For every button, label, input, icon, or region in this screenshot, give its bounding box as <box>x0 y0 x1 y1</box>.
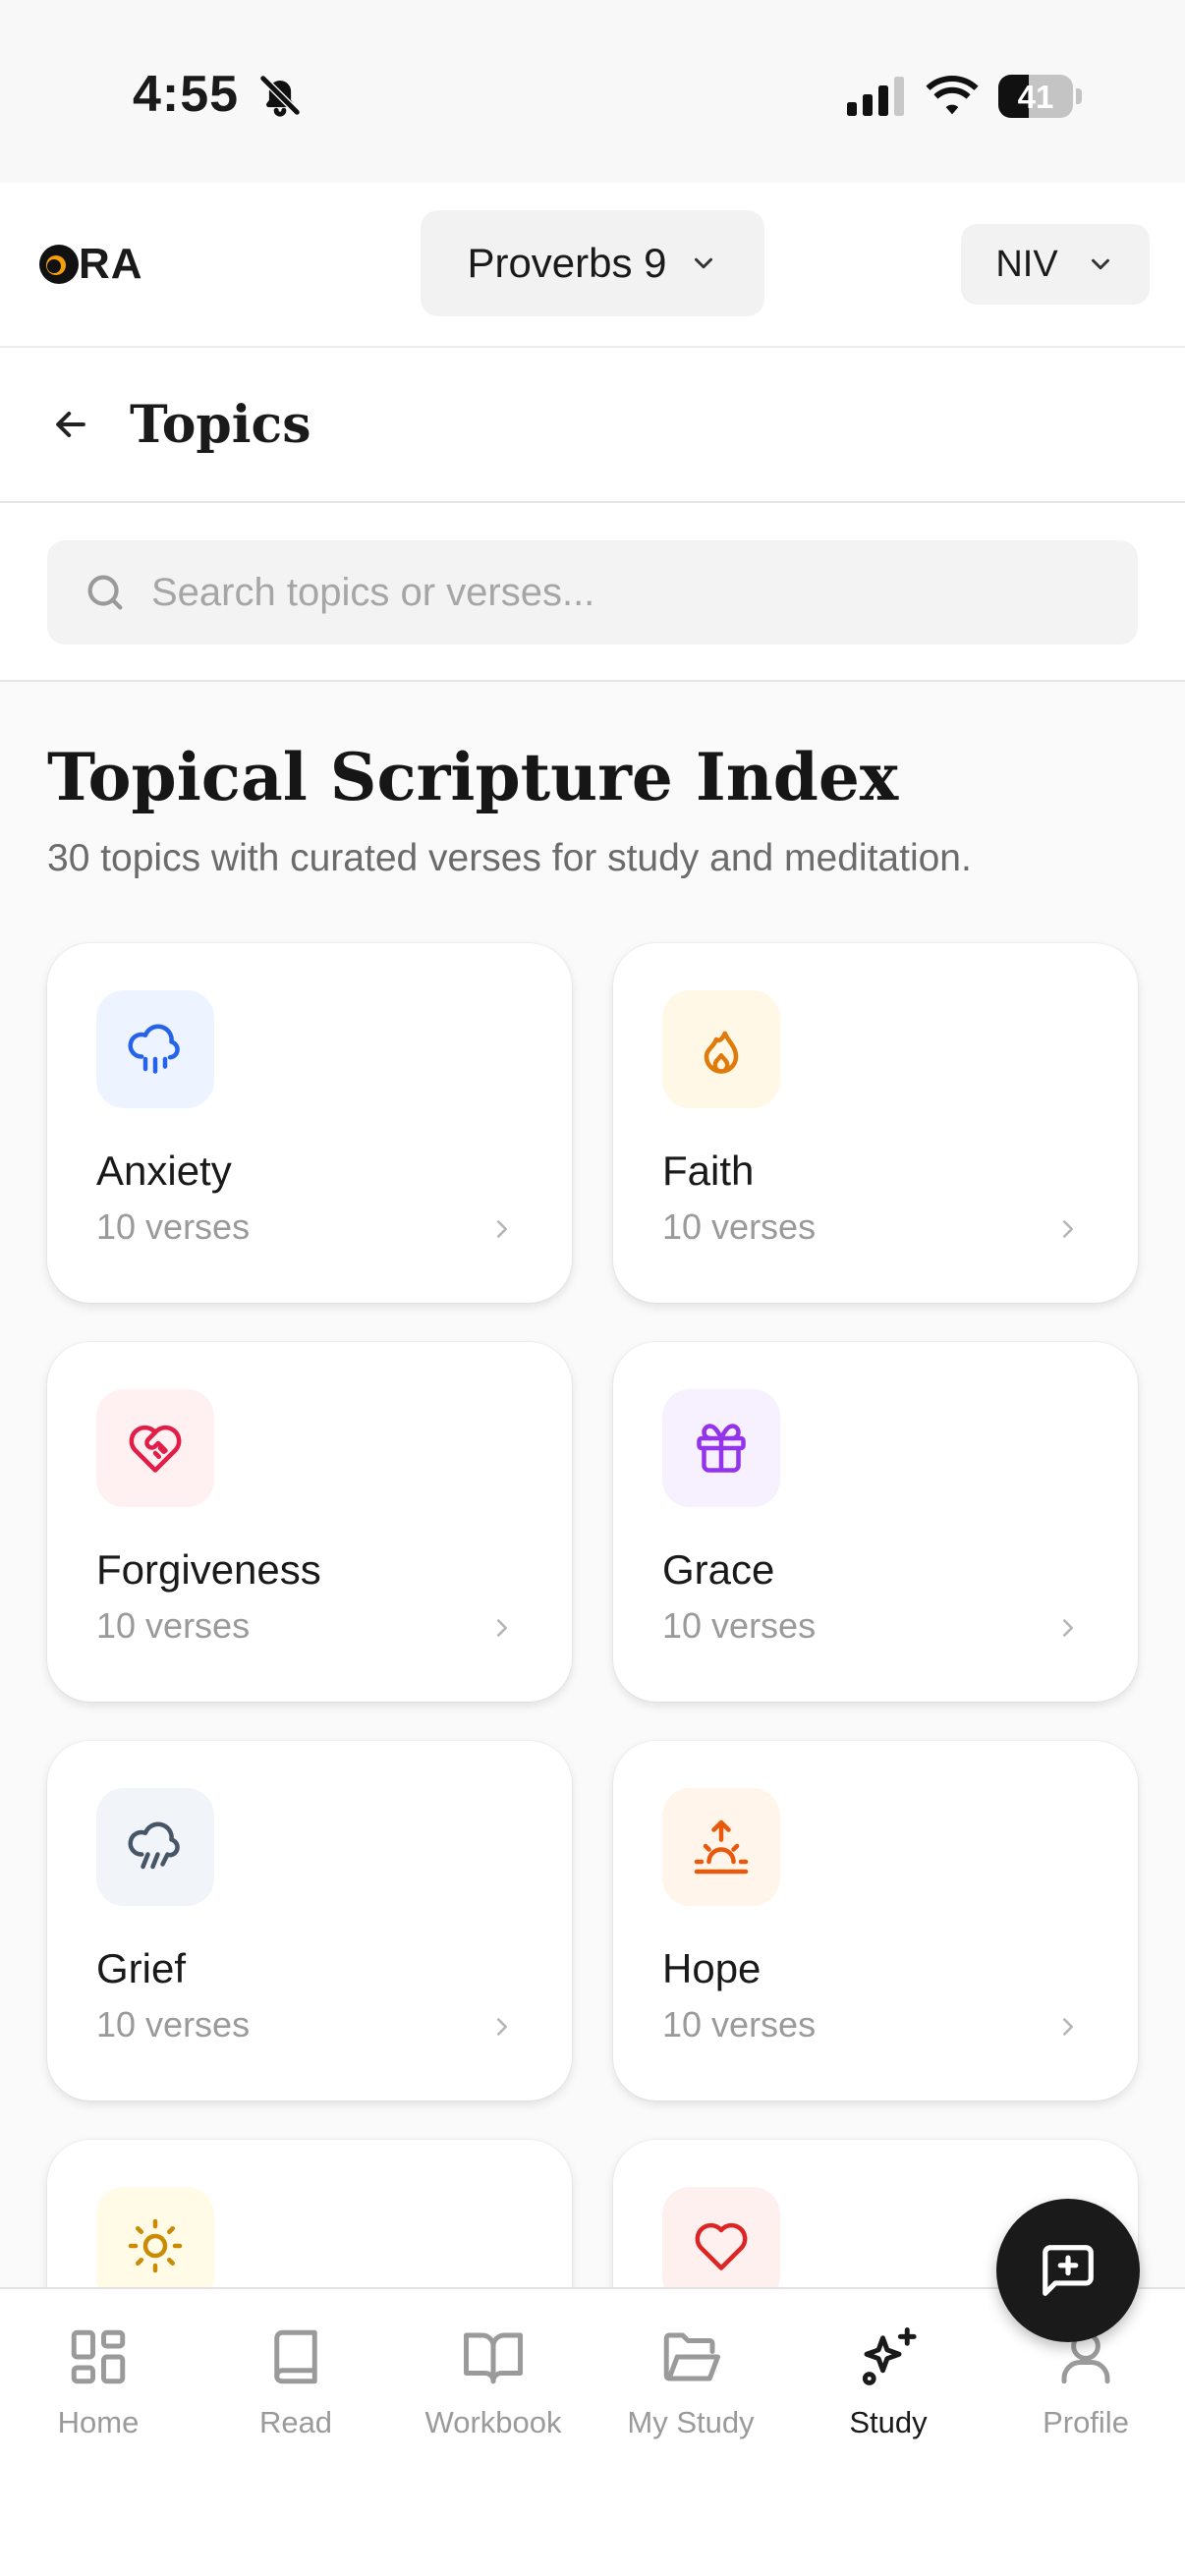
chevron-right-icon <box>497 1220 507 1238</box>
topic-name: Grace <box>662 1546 775 1593</box>
topic-card-forgiveness[interactable]: Forgiveness 10 verses <box>47 1342 572 1702</box>
topic-icon-bg <box>96 1389 214 1507</box>
chapter-label: Proverbs 9 <box>467 240 667 286</box>
sparkles-icon <box>862 2327 917 2385</box>
topics-bar: Topics <box>0 348 1185 503</box>
topic-count: 10 verses <box>662 1206 817 1247</box>
topic-icon-bg <box>662 990 780 1108</box>
topic-grid: Anxiety 10 verses Faith 10 verses Forgiv… <box>47 943 1138 2287</box>
chevron-right-icon <box>497 2018 507 2036</box>
main-content: Topical Scripture Index 30 topics with c… <box>0 682 1185 2287</box>
chevron-right-icon <box>497 1619 507 1637</box>
status-time: 4:55 <box>133 66 240 123</box>
logo-o-icon <box>39 245 79 284</box>
nav-label: My Study <box>627 2405 755 2439</box>
nav-item-study[interactable]: Study <box>790 2324 987 2462</box>
version-label: NIV <box>995 243 1058 285</box>
logo[interactable]: RA <box>37 240 143 288</box>
topic-card-grace[interactable]: Grace 10 verses <box>613 1342 1138 1702</box>
chevron-down-icon <box>1091 258 1109 270</box>
new-message-fab[interactable] <box>996 2199 1140 2342</box>
back-arrow-icon[interactable] <box>49 403 92 446</box>
logo-text: RA <box>79 240 143 288</box>
folder-open-icon <box>663 2332 720 2381</box>
topic-icon-bg <box>96 1788 214 1906</box>
topic-name: Anxiety <box>96 1148 232 1194</box>
nav-label: Profile <box>1043 2405 1129 2439</box>
battery-icon: 41 <box>998 75 1082 118</box>
chevron-right-icon <box>1063 2018 1073 2036</box>
cloud-rain-icon <box>128 1024 180 1074</box>
battery-level: 41 <box>1017 79 1054 115</box>
search-icon <box>87 575 123 610</box>
heart-handshake-icon <box>129 1425 182 1473</box>
section-title: Topical Scripture Index <box>47 739 899 815</box>
grid-icon <box>71 2329 126 2384</box>
nav-label: Workbook <box>424 2405 562 2439</box>
topic-icon-bg <box>96 2187 214 2287</box>
bottom-nav: Home Read Workbook My Study Study Profil… <box>0 2287 1185 2576</box>
topic-icon-bg <box>662 1788 780 1906</box>
signal-icon <box>847 77 904 116</box>
sun-icon <box>128 2218 183 2273</box>
bell-off-icon <box>258 74 302 117</box>
sunrise-icon <box>694 1820 749 1875</box>
topic-name: Forgiveness <box>96 1546 321 1593</box>
nav-label: Read <box>258 2405 333 2439</box>
app-header: RA Proverbs 9 NIV <box>0 183 1185 348</box>
topic-icon-bg <box>662 1389 780 1507</box>
chevron-down-icon <box>694 257 712 269</box>
nav-label: Home <box>57 2405 140 2439</box>
topic-name: Faith <box>662 1148 755 1194</box>
chapter-selector[interactable]: Proverbs 9 <box>421 210 764 316</box>
section-subtitle: 30 topics with curated verses for study … <box>47 837 972 879</box>
topic-icon-bg <box>662 2187 780 2287</box>
topic-card-faith[interactable]: Faith 10 verses <box>613 943 1138 1303</box>
status-bar: 4:55 41 <box>0 0 1185 183</box>
topic-count: 10 verses <box>96 1206 251 1247</box>
topic-card-hope[interactable]: Hope 10 verses <box>613 1741 1138 2100</box>
topic-count: 10 verses <box>96 2004 251 2044</box>
gift-icon <box>697 1424 746 1473</box>
topic-card-partial[interactable] <box>47 2140 572 2287</box>
nav-item-workbook[interactable]: Workbook <box>395 2324 592 2462</box>
search-area <box>0 503 1185 682</box>
search-box[interactable] <box>47 540 1138 644</box>
heart-icon <box>695 2222 748 2270</box>
nav-item-my-study[interactable]: My Study <box>592 2324 789 2462</box>
cloud-drizzle-icon <box>128 1821 180 1870</box>
nav-item-read[interactable]: Read <box>198 2324 394 2462</box>
chevron-right-icon <box>1063 1220 1073 1238</box>
chevron-right-icon <box>1063 1619 1073 1637</box>
topic-count: 10 verses <box>96 1605 251 1646</box>
topic-count: 10 verses <box>662 1605 817 1646</box>
nav-item-profile[interactable]: Profile <box>988 2324 1184 2462</box>
topic-card-anxiety[interactable]: Anxiety 10 verses <box>47 943 572 1303</box>
flame-icon <box>704 1031 739 1074</box>
topic-name: Grief <box>96 1945 187 1991</box>
nav-item-home[interactable]: Home <box>0 2324 197 2462</box>
nav-label: Study <box>849 2405 928 2439</box>
book-icon <box>274 2329 317 2384</box>
version-selector[interactable]: NIV <box>961 224 1150 305</box>
book-open-icon <box>464 2332 523 2384</box>
search-input[interactable] <box>151 540 1114 644</box>
topic-count: 10 verses <box>662 2004 817 2044</box>
message-plus-icon <box>1043 2245 1094 2296</box>
topic-name: Hope <box>662 1945 762 1991</box>
topic-icon-bg <box>96 990 214 1108</box>
wifi-icon <box>926 75 979 115</box>
topic-card-grief[interactable]: Grief 10 verses <box>47 1741 572 2100</box>
page-title: Topics <box>130 395 311 455</box>
